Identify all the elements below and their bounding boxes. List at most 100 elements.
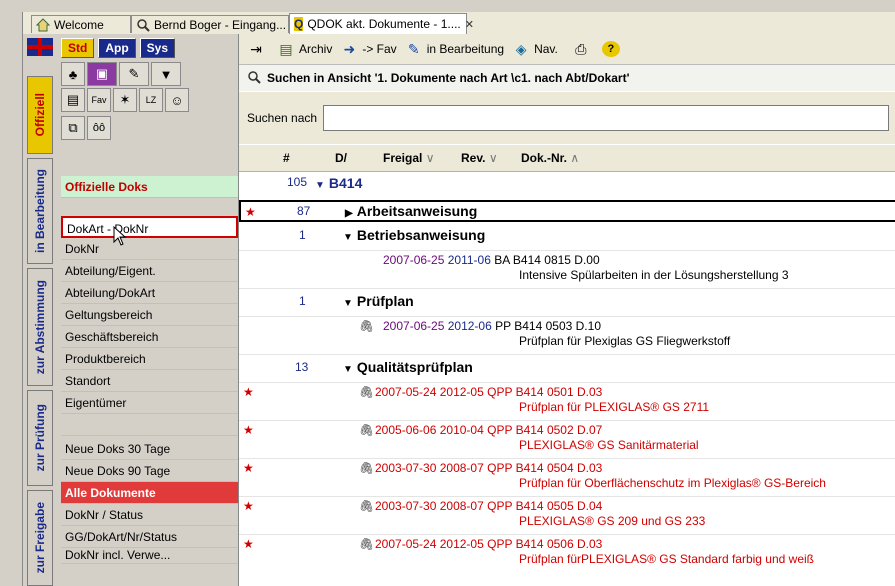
archive-icon: ▤ <box>279 40 293 57</box>
nav-doknr[interactable]: DokNr <box>61 238 238 260</box>
document-row[interactable]: ★ 🖇 2007-05-24 2012-05 QPP B414 0501 D.0… <box>239 385 895 417</box>
print-button[interactable]: ⎙ <box>572 41 594 57</box>
filter-icon[interactable]: ▼ <box>151 62 181 86</box>
group-row[interactable]: 1 ▼ Prüfplan <box>239 292 895 314</box>
nav-dokart-doknr[interactable]: DokArt - DokNr <box>61 216 238 238</box>
vtab-zur-pruefung[interactable]: zur Prüfung <box>27 390 53 486</box>
divider <box>239 534 895 535</box>
doc-meta: 2005-06-06 2010-04 QPP B414 0502 D.07 <box>375 423 603 437</box>
divider <box>239 354 895 355</box>
user-icon[interactable]: ☺ <box>165 88 189 112</box>
doc-title: Prüfplan für PLEXIGLAS® GS 2711 <box>519 400 710 414</box>
document-row[interactable]: ★ 🖇 2003-07-30 2008-07 QPP B414 0504 D.0… <box>239 461 895 493</box>
tree-icon[interactable]: ♣ <box>61 62 85 86</box>
divider <box>239 496 895 497</box>
col-freigabe[interactable]: Freigal ∨ <box>383 151 435 165</box>
star-icon: ★ <box>245 205 256 219</box>
vtab-offiziell[interactable]: Offiziell <box>27 76 53 154</box>
mode-sys-button[interactable]: Sys <box>139 38 176 58</box>
document-row[interactable]: ★ 🖇 2003-07-30 2008-07 QPP B414 0505 D.0… <box>239 499 895 531</box>
vtab-zur-abstimmung[interactable]: zur Abstimmung <box>27 268 53 386</box>
tool-icon[interactable]: ✎ <box>119 62 149 86</box>
divider <box>239 250 895 251</box>
archive-icon[interactable]: ▤ <box>61 88 85 112</box>
attachment-icon: 🖇 <box>359 499 375 513</box>
col-doknr[interactable]: Dok.-Nr. ∧ <box>521 151 579 165</box>
expand-icon: ▶ <box>345 208 353 219</box>
doc-meta: 2003-07-30 2008-07 QPP B414 0504 D.03 <box>375 461 603 475</box>
nav-button[interactable]: ◈ Nav. <box>512 41 558 57</box>
group-label: ▶ Arbeitsanweisung <box>345 203 478 219</box>
vertical-tabs: Offiziell in Bearbeitung zur Abstimmung … <box>23 34 59 586</box>
document-tree: 105 ▼ B414 ★ 87 ▶ Arbeitsanweisung 1 ▼ Betr… <box>239 171 895 586</box>
document-row[interactable]: 🖇 2007-06-25 2012-06 PP B414 0503 D.10 P… <box>239 319 895 351</box>
tab-strip: Welcome Bernd Boger - Eingang... ✕ Q QDO… <box>23 12 895 35</box>
document-row[interactable]: ★ 🖇 2007-05-24 2012-05 QPP B414 0506 D.0… <box>239 537 895 569</box>
vtab-zur-freigabe[interactable]: zur Freigabe <box>27 490 53 586</box>
copy-icon[interactable]: ⧉ <box>61 116 85 140</box>
divider <box>239 316 895 317</box>
search-row: Suchen nach <box>239 92 895 144</box>
search-label: Suchen nach <box>247 111 318 125</box>
close-icon[interactable]: ✕ <box>465 18 474 31</box>
group-row[interactable]: 13 ▼ Qualitätsprüfplan <box>239 358 895 380</box>
expand-button[interactable]: ⇥ <box>247 41 269 57</box>
tab-inbox[interactable]: Bernd Boger - Eingang... ✕ <box>131 15 299 33</box>
lz-icon[interactable]: LZ <box>139 88 163 112</box>
fav-button[interactable]: ➜ -> Fav <box>340 41 396 57</box>
collapse-icon: ▼ <box>343 364 353 375</box>
flag-icon[interactable] <box>27 38 53 56</box>
nav-geschaeftsbereich[interactable]: Geschäftsbereich <box>61 326 238 348</box>
archive-button[interactable]: ▤ Archiv <box>277 41 332 57</box>
fav-icon: ➜ <box>343 40 356 57</box>
left-navigation: Offiziell in Bearbeitung zur Abstimmung … <box>23 34 238 586</box>
nav-produktbereich[interactable]: Produktbereich <box>61 348 238 370</box>
group-row[interactable]: ★ 87 ▶ Arbeitsanweisung <box>239 200 895 222</box>
doc-meta: 2007-05-24 2012-05 QPP B414 0506 D.03 <box>375 537 603 551</box>
nav-gg-dokart[interactable]: GG/DokArt/Nr/Status <box>61 526 238 548</box>
document-row[interactable]: ★ 🖇 2005-06-06 2010-04 QPP B414 0502 D.0… <box>239 423 895 455</box>
tab-label: QDOK akt. Dokumente - 1.... <box>307 17 461 31</box>
document-row[interactable]: 2007-06-25 2011-06 BA B414 0815 D.00 Int… <box>239 253 895 285</box>
mode-std-button[interactable]: Std <box>61 38 95 58</box>
vtab-in-bearbeitung[interactable]: in Bearbeitung <box>27 158 53 264</box>
main-panel: ⇥ ▤ Archiv ➜ -> Fav ✎ in Bearbeitung ◈ Nav. … <box>238 34 895 586</box>
search-icon <box>247 70 261 87</box>
star-icon: ★ <box>243 423 254 437</box>
tab-welcome[interactable]: Welcome <box>31 15 131 33</box>
nav-abteilung-eigent[interactable]: Abteilung/Eigent. <box>61 260 238 282</box>
doc-title: PLEXIGLAS® GS 209 und GS 233 <box>519 514 706 528</box>
col-number[interactable]: # <box>283 151 290 165</box>
nav-offizielle-doks[interactable]: Offizielle Doks <box>61 176 238 198</box>
expand-icon: ⇥ <box>250 40 262 57</box>
fav-icon[interactable]: Fav <box>87 88 111 112</box>
nav-standort[interactable]: Standort <box>61 370 238 392</box>
col-da[interactable]: D/ <box>335 151 347 165</box>
nav-doknr-status[interactable]: DokNr / Status <box>61 504 238 526</box>
star-folder-icon[interactable]: ✶ <box>113 88 137 112</box>
in-bearbeitung-button[interactable]: ✎ in Bearbeitung <box>405 41 504 57</box>
nav-neue-doks-90[interactable]: Neue Doks 90 Tage <box>61 460 238 482</box>
nav-geltungsbereich[interactable]: Geltungsbereich <box>61 304 238 326</box>
column-header: # D/ Freigal ∨ Rev. ∨ Dok.-Nr. ∧ <box>239 145 895 172</box>
book-icon[interactable]: ▣ <box>87 62 117 86</box>
divider <box>239 420 895 421</box>
group-row[interactable]: 1 ▼ Betriebsanweisung <box>239 226 895 248</box>
nav-eigentuemer[interactable]: Eigentümer <box>61 392 238 414</box>
nav-alle-dokumente[interactable]: Alle Dokumente <box>61 482 238 504</box>
tree-root[interactable]: 105 ▼ B414 <box>239 175 895 197</box>
tab-label: Bernd Boger - Eingang... <box>154 17 287 32</box>
doc-title: PLEXIGLAS® GS Sanitärmaterial <box>519 438 699 452</box>
search-input[interactable] <box>323 105 890 131</box>
help-button[interactable]: ? <box>601 41 624 57</box>
star-icon: ★ <box>243 385 254 399</box>
attachment-icon: 🖇 <box>359 385 375 399</box>
col-rev[interactable]: Rev. ∨ <box>461 151 498 165</box>
nav-doknr-incl[interactable]: DokNr incl. Verwe... <box>61 548 238 564</box>
view-icon[interactable]: ôô <box>87 116 111 140</box>
nav-abteilung-dokart[interactable]: Abteilung/DokArt <box>61 282 238 304</box>
nav-neue-doks-30[interactable]: Neue Doks 30 Tage <box>61 438 238 460</box>
mode-app-button[interactable]: App <box>98 38 136 58</box>
attachment-icon: 🖇 <box>359 537 375 551</box>
tab-qdok[interactable]: Q QDOK akt. Dokumente - 1.... ✕ <box>289 13 474 34</box>
